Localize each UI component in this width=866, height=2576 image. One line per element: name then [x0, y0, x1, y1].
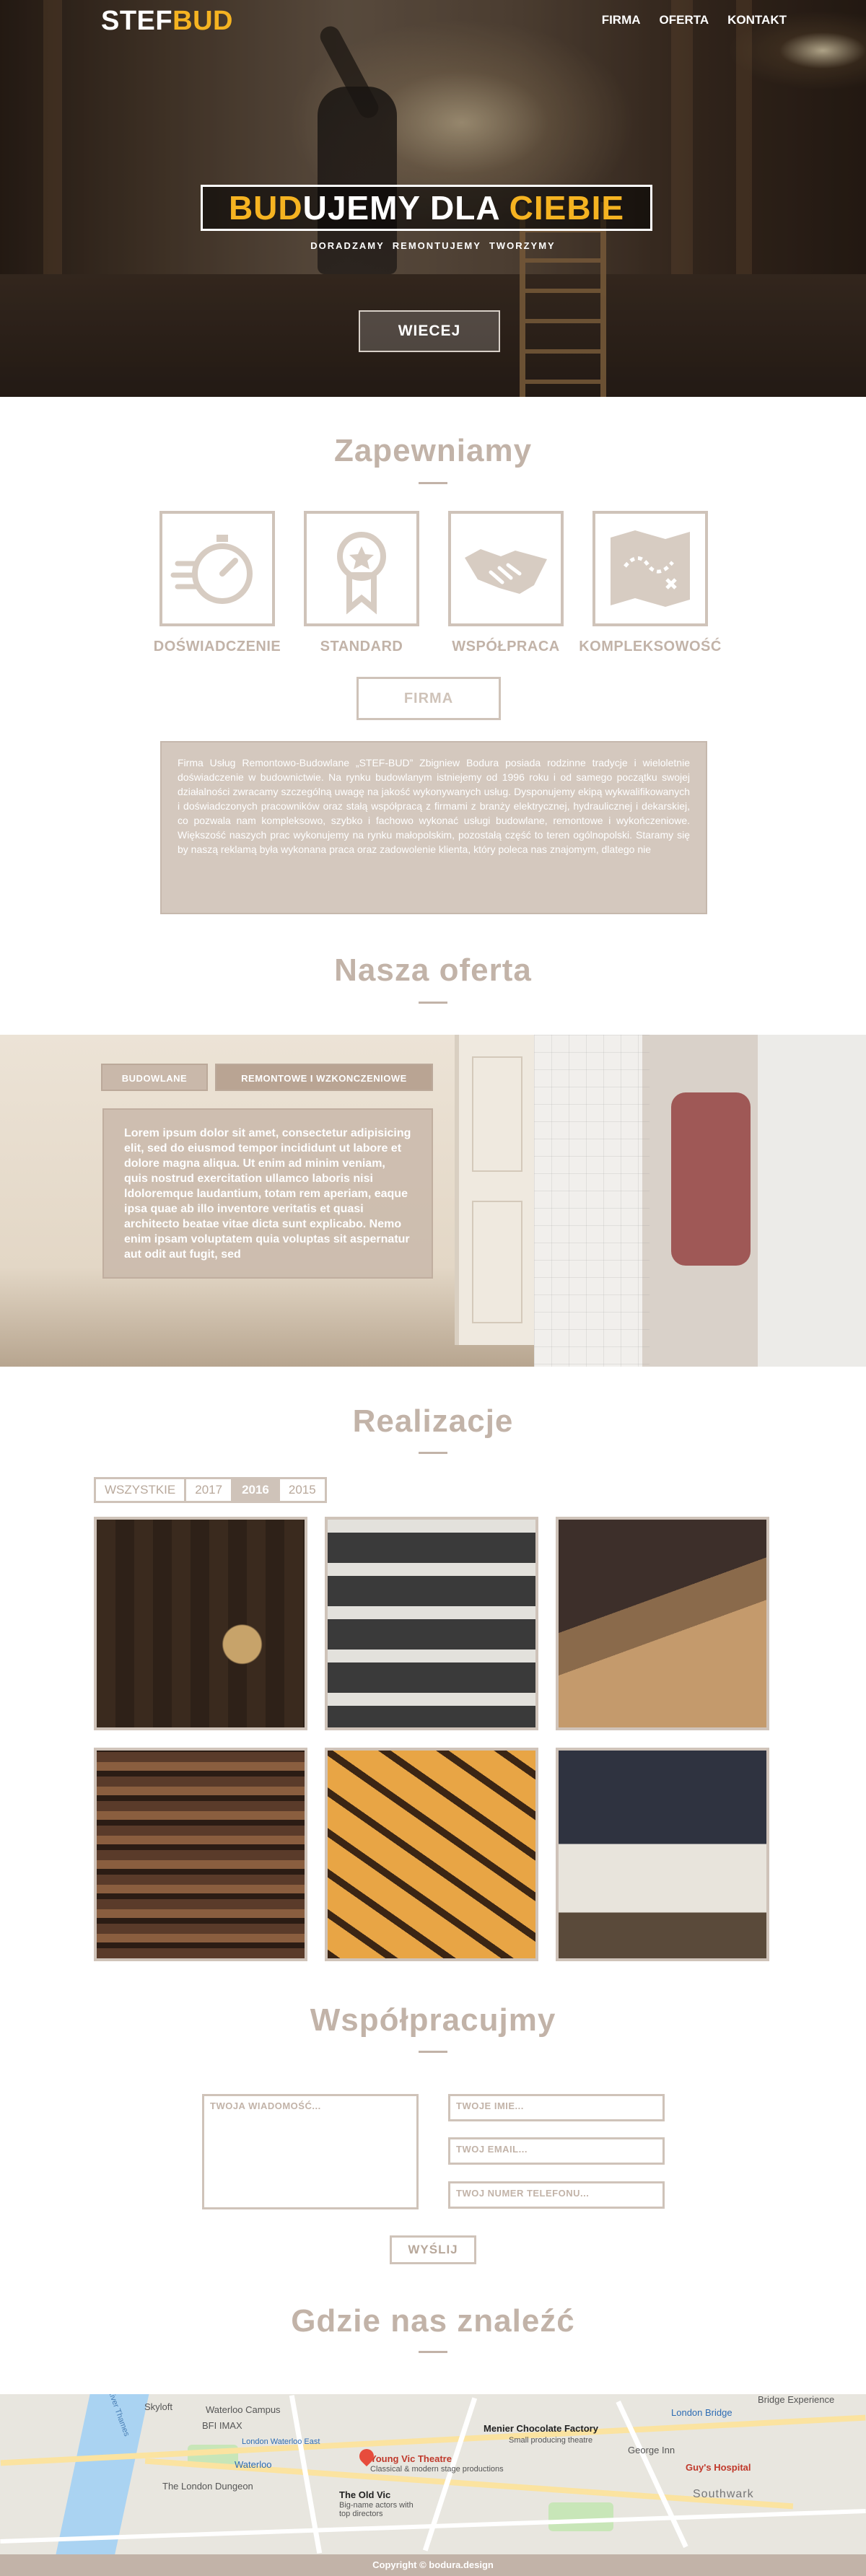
hero-title-part1: BUD [228, 189, 303, 227]
map-label: The Old Vic [339, 2489, 391, 2500]
map-road [0, 2509, 866, 2544]
project-thumbnail-tools[interactable] [94, 1517, 307, 1730]
name-field[interactable]: TWOJE IMIE... [448, 2094, 665, 2121]
project-thumbnail-drawing[interactable] [556, 1748, 769, 1961]
lumber-photo [97, 1751, 305, 1958]
map-label: Menier Chocolate Factory [484, 2423, 598, 2434]
feature-box-standard [304, 511, 419, 626]
filter-2017[interactable]: 2017 [184, 1477, 234, 1503]
map-label: London Bridge [671, 2407, 732, 2418]
door-panel [472, 1201, 522, 1323]
message-field[interactable]: TWOJA WIADOMOŚĆ... [202, 2094, 419, 2209]
phone-field[interactable]: TWOJ NUMER TELEFONU... [448, 2181, 665, 2209]
heading-underline [419, 482, 447, 484]
heading-underline [419, 2051, 447, 2053]
project-thumbnail-building[interactable] [325, 1517, 538, 1730]
map-label: Waterloo Campus [206, 2404, 281, 2415]
offer-heading: Nasza oferta [334, 952, 532, 988]
tools-photo [97, 1520, 305, 1727]
map-label: George Inn [628, 2445, 675, 2455]
top-navigation: STEFBUD FIRMA OFERTA KONTAKT [0, 0, 866, 42]
map-label: BFI IMAX [202, 2420, 242, 2431]
award-medal-icon [337, 532, 386, 615]
project-filters: WSZYSTKIE 2017 2016 2015 [94, 1477, 327, 1503]
handshake-icon [465, 549, 547, 594]
blueprint-photo [534, 1035, 650, 1367]
nav-item-firma[interactable]: FIRMA [602, 13, 641, 27]
brand-logo[interactable]: STEFBUD [101, 6, 233, 37]
projects-heading: Realizacje [352, 1403, 514, 1439]
email-field[interactable]: TWOJ EMAIL... [448, 2137, 665, 2165]
project-thumbnail-lumber[interactable] [94, 1748, 307, 1961]
contact-heading: Współpracujmy [310, 2002, 556, 2038]
location-heading: Gdzie nas znaleźć [291, 2303, 575, 2339]
send-button[interactable]: WYŚLIJ [390, 2235, 476, 2264]
filter-2015[interactable]: 2015 [277, 1477, 327, 1503]
feature-box-cooperation [448, 511, 564, 626]
project-thumbnail-steel-frame[interactable] [325, 1748, 538, 1961]
footer: Copyright © bodura.design [0, 2554, 866, 2576]
map-label: London Waterloo East [242, 2437, 320, 2446]
features-heading: Zapewniamy [333, 433, 533, 468]
nav-item-oferta[interactable]: OFERTA [660, 13, 709, 27]
map-label: Big-name actors with top directors [339, 2501, 414, 2518]
filter-2016[interactable]: 2016 [231, 1477, 280, 1503]
location-map[interactable]: Skyloft Waterloo Campus BFI IMAX London … [0, 2394, 866, 2554]
hero-more-button[interactable]: WIECEJ [359, 310, 500, 352]
hero-subtitle: DORADZAMY REMONTUJEMY TWORZYMY [310, 240, 556, 251]
offer-description: Lorem ipsum dolor sit amet, consectetur … [102, 1108, 433, 1279]
hero-section: STEFBUD FIRMA OFERTA KONTAKT BUDUJEMY DL… [0, 0, 866, 397]
project-thumbnail-carpenter[interactable] [556, 1517, 769, 1730]
map-label: Classical & modern stage productions [370, 2465, 504, 2474]
tab-remontowe[interactable]: REMONTOWE I WZKONCZENIOWE [215, 1064, 433, 1091]
map-label: Young Vic Theatre [370, 2453, 452, 2464]
hero-title: BUDUJEMY DLA CIEBIE [201, 185, 652, 231]
map-road [616, 2400, 688, 2549]
brand-logo-part1: STEF [101, 6, 173, 36]
map-label: Skyloft [144, 2401, 173, 2412]
main-menu: FIRMA OFERTA KONTAKT [602, 13, 787, 27]
map-park [548, 2502, 613, 2531]
drawing-photo [559, 1751, 766, 1958]
hero-title-part4: CIEBIE [509, 189, 625, 227]
map-label: The London Dungeon [162, 2481, 253, 2492]
company-button[interactable]: FIRMA [357, 677, 501, 720]
feature-box-complexity [592, 511, 708, 626]
stopwatch-icon [170, 535, 253, 604]
offer-photo-strip [534, 1035, 866, 1367]
tab-budowlane[interactable]: BUDOWLANE [101, 1064, 208, 1091]
map-river [51, 2394, 151, 2554]
carpenter-photo [559, 1520, 766, 1727]
filter-all[interactable]: WSZYSTKIE [94, 1477, 187, 1503]
heading-underline [419, 2351, 447, 2353]
steel-frame-photo [328, 1751, 535, 1958]
brand-logo-part2: BUD [172, 6, 233, 36]
door-panel [472, 1056, 522, 1172]
page: STEFBUD FIRMA OFERTA KONTAKT BUDUJEMY DL… [0, 0, 866, 2576]
map-label: Small producing theatre [509, 2436, 593, 2445]
heading-underline [419, 1002, 447, 1004]
building-photo [328, 1520, 535, 1727]
map-label: Guy's Hospital [686, 2462, 751, 2473]
heading-underline [419, 1452, 447, 1454]
feature-label-complexity: KOMPLEKSOWOŚĆ [579, 639, 722, 654]
map-label: Bridge Experience [758, 2394, 835, 2405]
about-company-text: Firma Usług Remontowo-Budowlane „STEF-BU… [160, 741, 707, 914]
hero-title-part3: DLA [430, 189, 499, 227]
nav-item-kontakt[interactable]: KONTAKT [727, 13, 787, 27]
map-label: Waterloo [235, 2459, 272, 2470]
offer-door [455, 1035, 534, 1345]
map-icon [611, 530, 690, 607]
drill-photo [671, 1092, 751, 1266]
feature-box-experience [159, 511, 275, 626]
map-label: Southwark [693, 2488, 754, 2500]
hero-title-part2: UJEMY [302, 189, 421, 227]
